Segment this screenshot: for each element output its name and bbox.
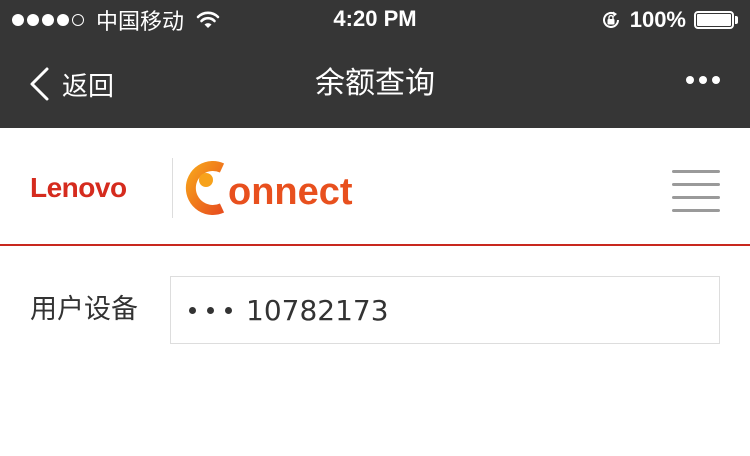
battery-icon: [694, 11, 740, 29]
device-field-row: 用户设备 10782173: [0, 276, 750, 344]
device-field[interactable]: 10782173: [170, 276, 720, 344]
connect-logo: onnect: [185, 161, 353, 215]
page-title: 余额查询: [315, 66, 435, 101]
rotation-lock-icon: [602, 11, 619, 28]
lenovo-logo: Lenovo: [30, 172, 127, 203]
navigation-bar: 返回 余额查询: [0, 40, 750, 128]
more-options-button[interactable]: [686, 76, 720, 84]
device-field-value: 10782173: [246, 293, 389, 327]
status-bar: 中国移动 4:20 PM 100%: [0, 0, 750, 40]
more-dots-icon: [686, 76, 694, 84]
status-right: 100%: [600, 6, 740, 34]
masked-prefix: [189, 306, 232, 314]
hamburger-menu-button[interactable]: [672, 170, 720, 214]
logo-divider: [172, 158, 173, 218]
device-field-label: 用户设备: [30, 294, 138, 325]
connect-wordmark: onnect: [228, 171, 353, 213]
brand-header: Lenovo onnect: [0, 128, 750, 246]
battery-percentage: 100%: [629, 7, 686, 32]
